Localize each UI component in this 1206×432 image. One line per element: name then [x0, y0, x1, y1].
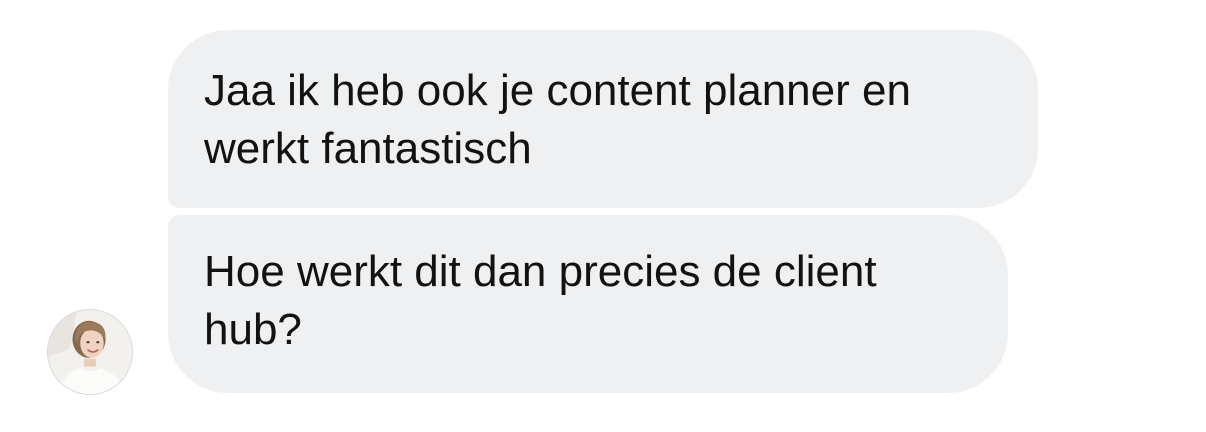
message-2-line-2: hub? — [204, 305, 302, 354]
message-1-line-2: werkt fantastisch — [204, 124, 532, 173]
avatar[interactable] — [47, 309, 133, 395]
message-2-line-1: Hoe werkt dit dan precies de client — [204, 247, 877, 296]
message-thread: Jaa ik heb ook je content planner en wer… — [0, 0, 1206, 432]
message-bubble-1[interactable]: Jaa ik heb ook je content planner en wer… — [168, 30, 1038, 208]
message-1-line-1: Jaa ik heb ook je content planner en — [204, 66, 911, 115]
profile-photo-icon — [48, 310, 132, 394]
message-bubble-2[interactable]: Hoe werkt dit dan precies de client hub? — [168, 215, 1008, 393]
